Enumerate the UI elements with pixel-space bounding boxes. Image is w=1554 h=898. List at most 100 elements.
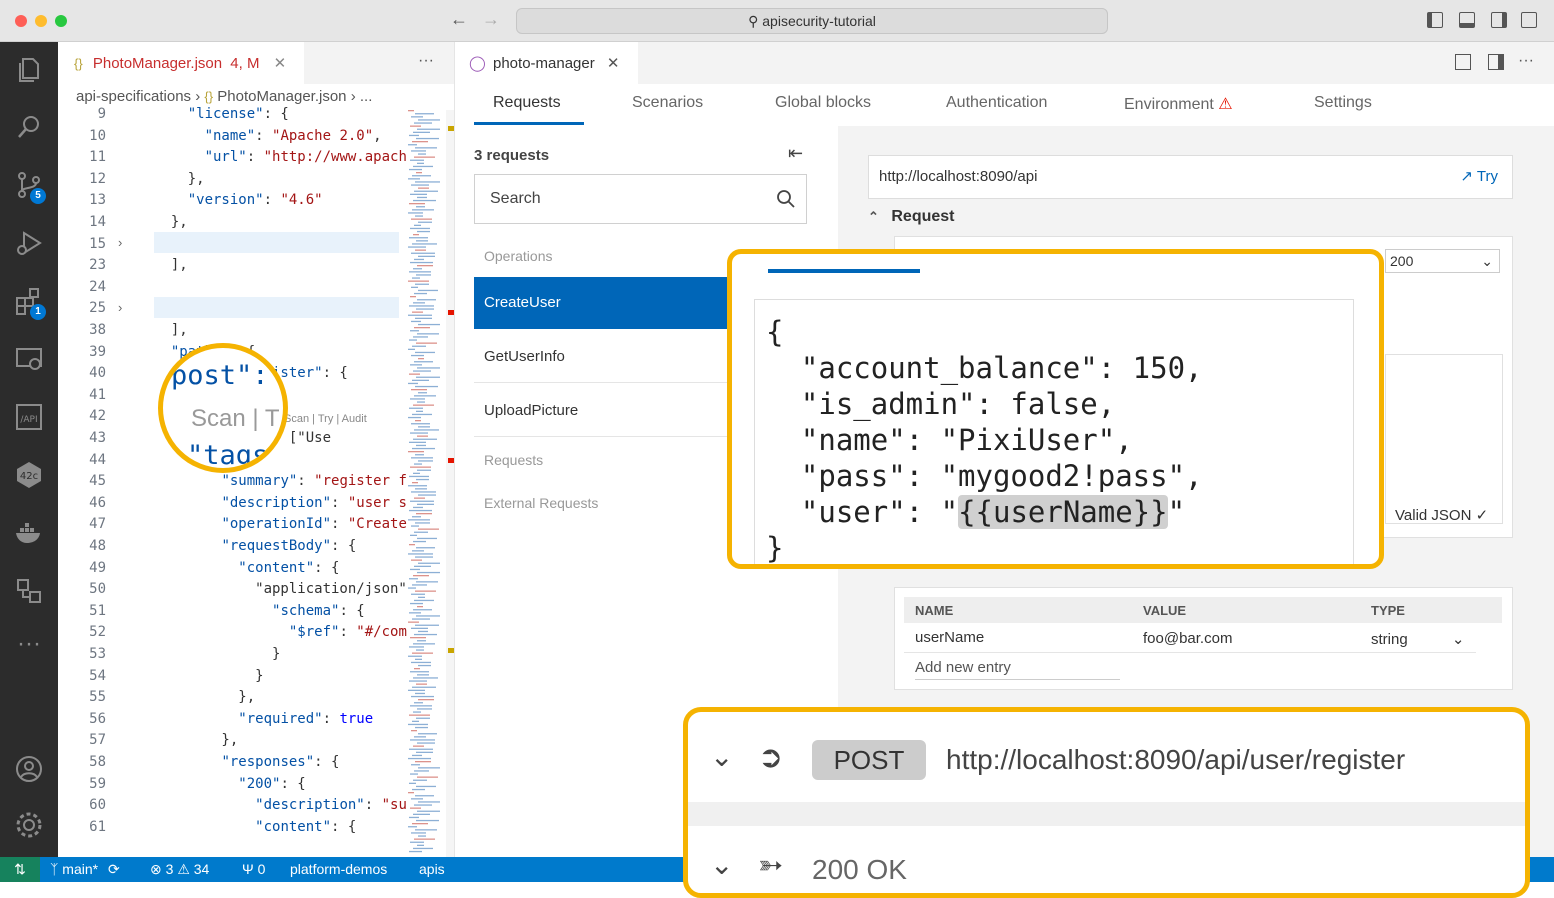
- variable-value[interactable]: foo@bar.com: [1143, 630, 1232, 647]
- tab-environment[interactable]: Environment ⚠: [1124, 94, 1233, 114]
- chevron-down-icon[interactable]: ⌄: [710, 740, 733, 773]
- minimap-line: [408, 280, 429, 282]
- files-icon[interactable]: [14, 54, 44, 84]
- minimap-line: [418, 767, 440, 769]
- ports-count: 0: [257, 861, 266, 877]
- toggle-sidebar-icon[interactable]: [1427, 12, 1443, 28]
- more-icon[interactable]: ···: [14, 632, 44, 664]
- variable-type-select[interactable]: string ⌄: [1371, 630, 1464, 648]
- back-arrow-icon[interactable]: ←: [450, 9, 468, 30]
- gear-icon[interactable]: [14, 810, 44, 840]
- more-actions-icon[interactable]: ···: [418, 52, 434, 70]
- shapes-icon[interactable]: [14, 576, 44, 606]
- collapse-sidebar-icon[interactable]: ⇤: [788, 143, 803, 164]
- code-line: "application/json": [154, 581, 407, 598]
- forward-arrow-icon[interactable]: →: [482, 9, 500, 30]
- minimap-line: [418, 255, 435, 257]
- minimap-line: [408, 587, 416, 589]
- minimap-line: [408, 212, 423, 214]
- minimap-line: [410, 227, 430, 230]
- editor-tab-photomanager[interactable]: {} PhotoManager.json 4, M ✕: [58, 42, 304, 84]
- minimap-line: [413, 302, 425, 304]
- minimap-line: [417, 708, 432, 710]
- minimap[interactable]: [408, 110, 440, 857]
- close-window-button[interactable]: [15, 15, 27, 27]
- tab-settings[interactable]: Settings: [1314, 94, 1372, 112]
- ports-status[interactable]: Ψ 0: [242, 861, 265, 877]
- docker-icon[interactable]: [14, 518, 44, 548]
- response-code-select[interactable]: 200 ⌄: [1385, 249, 1500, 273]
- line-number: 14: [89, 214, 106, 230]
- panel-tab-photo-manager[interactable]: ◯ photo-manager ✕: [455, 42, 638, 84]
- maximize-window-button[interactable]: [55, 15, 67, 27]
- chevron-down-icon[interactable]: ⌄: [710, 848, 733, 881]
- minimap-line: [415, 181, 440, 183]
- json-line: }: [766, 531, 784, 565]
- breadcrumb-more[interactable]: ...: [360, 88, 373, 105]
- customize-layout-icon[interactable]: [1521, 12, 1537, 28]
- minimap-line: [408, 382, 418, 385]
- tab-global-blocks[interactable]: Global blocks: [775, 94, 871, 112]
- 42crunch-icon[interactable]: 42c: [14, 460, 44, 490]
- minimap-line: [413, 234, 419, 236]
- status-item[interactable]: apis: [419, 861, 445, 877]
- fold-chevron-icon[interactable]: ›: [118, 235, 122, 250]
- tab-authentication[interactable]: Authentication: [946, 94, 1047, 112]
- toggle-panel-icon[interactable]: [1459, 12, 1475, 28]
- tab-scenarios[interactable]: Scenarios: [632, 94, 703, 112]
- json-file-icon: {}: [204, 89, 214, 104]
- line-number: 58: [89, 754, 106, 770]
- fold-chevron-icon[interactable]: ›: [118, 300, 122, 315]
- codelens[interactable]: Scan | Try | Audit: [284, 413, 367, 425]
- search-input[interactable]: Search: [474, 174, 807, 224]
- remote-explorer-icon[interactable]: [14, 344, 44, 374]
- minimap-line: [413, 131, 430, 133]
- server-url-field[interactable]: http://localhost:8090/api ↗ Try: [868, 155, 1513, 199]
- minimap-line: [415, 317, 432, 319]
- section-external-requests: External Requests: [484, 495, 599, 511]
- run-debug-icon[interactable]: [14, 228, 44, 258]
- open-preview-icon[interactable]: [1455, 54, 1471, 70]
- minimap-line: [413, 506, 423, 509]
- breadcrumb-file[interactable]: PhotoManager.json: [217, 88, 346, 105]
- toggle-secondary-sidebar-icon[interactable]: [1491, 12, 1507, 28]
- activity-bar: 5 1 /API 42c ···: [0, 42, 58, 857]
- minimap-line: [417, 640, 426, 642]
- minimap-line: [410, 432, 428, 434]
- extensions-badge: 1: [30, 304, 46, 320]
- minimize-window-button[interactable]: [35, 15, 47, 27]
- variable-type: string: [1371, 631, 1408, 648]
- account-icon[interactable]: [14, 754, 44, 784]
- tab-requests[interactable]: Requests: [493, 94, 561, 112]
- minimap-line: [408, 792, 414, 794]
- variables-card: NAME VALUE TYPE userName foo@bar.com str…: [894, 587, 1513, 690]
- remote-indicator-icon[interactable]: ⇅: [0, 857, 40, 882]
- breadcrumb-folder[interactable]: api-specifications: [76, 88, 191, 105]
- minimap-line: [408, 723, 428, 726]
- split-editor-icon[interactable]: [1488, 54, 1504, 70]
- branch-status[interactable]: ᛉ main* ⟳: [50, 861, 120, 878]
- zoom-codelens: Scan | T: [191, 405, 280, 432]
- close-icon[interactable]: ✕: [607, 55, 620, 72]
- minimap-line: [409, 203, 425, 205]
- request-section-header[interactable]: ⌃ Request: [868, 208, 954, 226]
- operation-item-createuser[interactable]: CreateUser: [474, 277, 744, 329]
- operation-item-uploadpicture[interactable]: UploadPicture: [474, 385, 744, 437]
- more-actions-icon[interactable]: ···: [1518, 52, 1534, 70]
- minimap-line: [414, 565, 431, 567]
- status-item[interactable]: platform-demos: [290, 861, 387, 877]
- try-button[interactable]: ↗ Try: [1460, 167, 1498, 185]
- operation-label: UploadPicture: [484, 402, 579, 419]
- operation-item-getuserinfo[interactable]: GetUserInfo: [474, 331, 744, 383]
- variable-name[interactable]: userName: [915, 629, 984, 646]
- add-entry-input[interactable]: Add new entry: [915, 659, 1120, 680]
- problems-status[interactable]: ⊗ 3 ⚠ 34: [150, 861, 209, 878]
- minimap-line: [414, 736, 426, 738]
- error-count: 3: [165, 861, 174, 877]
- minimap-line: [418, 187, 429, 189]
- close-icon[interactable]: ✕: [274, 55, 287, 72]
- minimap-line: [418, 562, 440, 564]
- search-icon[interactable]: [14, 112, 44, 142]
- api-icon[interactable]: /API: [14, 402, 44, 432]
- command-center[interactable]: ⚲ apisecurity-tutorial: [516, 8, 1108, 34]
